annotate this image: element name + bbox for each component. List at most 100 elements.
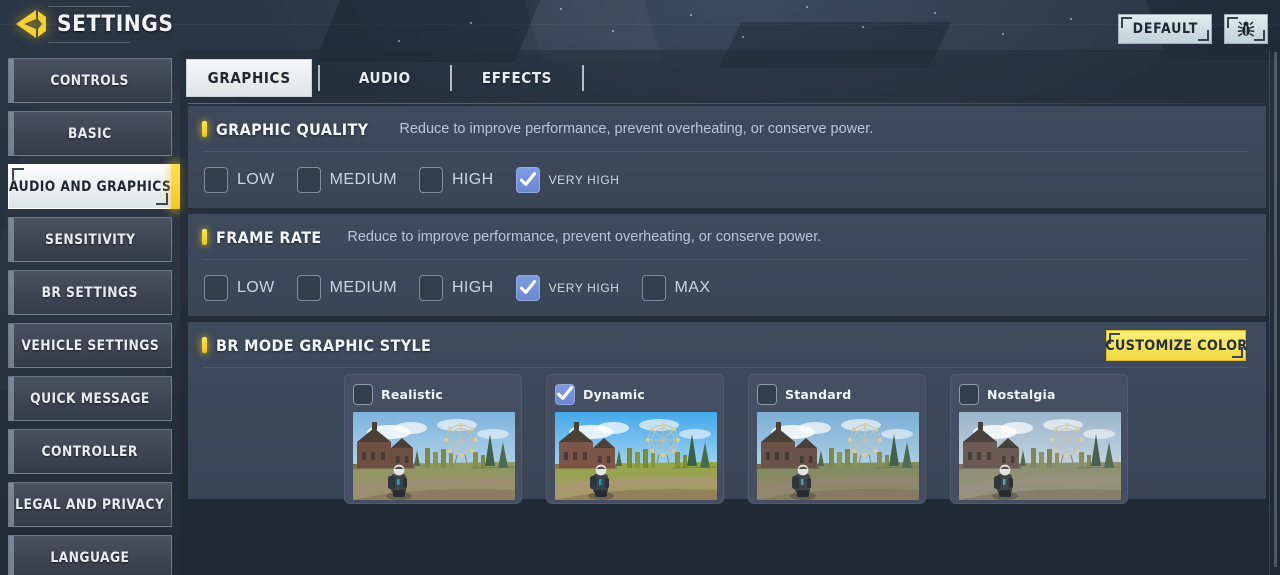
sidebar-item-accent [9, 112, 14, 155]
section-description: Reduce to improve performance, prevent o… [347, 229, 822, 245]
section-marker-icon [202, 229, 207, 245]
style-card-realistic[interactable]: Realistic [344, 374, 522, 504]
option-high[interactable]: HIGH [418, 275, 494, 301]
sidebar-item-controls[interactable]: CONTROLS [8, 58, 172, 103]
sidebar-item-accent [9, 430, 14, 473]
vertical-scrollbar[interactable] [1274, 52, 1277, 567]
check-icon [519, 172, 536, 186]
style-card-dynamic[interactable]: Dynamic [546, 374, 724, 504]
checkbox[interactable] [296, 167, 321, 193]
option-medium[interactable]: MEDIUM [296, 275, 397, 301]
tab-audio[interactable]: AUDIO [326, 59, 444, 97]
sidebar-item-label: VEHICLE SETTINGS [21, 337, 159, 354]
option-label: MEDIUM [329, 171, 397, 188]
sidebar-item-legal-and-privacy[interactable]: LEGAL AND PRIVACY [8, 482, 172, 527]
option-label: LOW [237, 279, 275, 296]
section-marker-icon [202, 121, 207, 137]
panel-br-mode-graphic-style: BR MODE GRAPHIC STYLE CUSTOMIZE COLOR Re… [188, 322, 1266, 504]
sidebar-item-audio-and-graphics[interactable]: AUDIO AND GRAPHICS [8, 164, 180, 209]
section-title: GRAPHIC QUALITY [216, 119, 369, 139]
style-card-thumbnail [757, 412, 919, 500]
sidebar-item-vehicle-settings[interactable]: VEHICLE SETTINGS [8, 323, 172, 368]
content-edge [1269, 50, 1270, 575]
tab-separator [450, 65, 453, 91]
checkbox[interactable] [641, 275, 666, 301]
checkbox[interactable] [555, 383, 575, 405]
default-button[interactable]: DEFAULT [1118, 14, 1212, 44]
checkbox[interactable] [959, 383, 979, 405]
option-label: MAX [674, 279, 711, 296]
option-max[interactable]: MAX [641, 275, 711, 301]
sidebar-item-accent [9, 324, 14, 367]
settings-logo[interactable]: SETTINGS [14, 8, 184, 40]
sidebar-item-basic[interactable]: BASIC [8, 111, 172, 156]
settings-content: GRAPHICS AUDIO EFFECTS GRAPHIC QUALITY Red… [180, 50, 1280, 575]
option-very-high[interactable]: VERY HIGH [515, 275, 620, 301]
section-title: BR MODE GRAPHIC STYLE [216, 335, 432, 355]
style-card-header: Dynamic [555, 383, 715, 405]
tab-effects[interactable]: EFFECTS [458, 59, 576, 97]
settings-screen: SETTINGS DEFAULT CONTROLS BASIC AUDIO AND … [0, 0, 1280, 575]
section-description: Reduce to improve performance, prevent o… [399, 121, 874, 137]
checkbox[interactable] [515, 275, 540, 301]
sidebar-item-accent [9, 536, 14, 575]
check-icon [556, 386, 574, 400]
section-title: FRAME RATE [216, 227, 322, 247]
option-label: VERY HIGH [548, 173, 620, 187]
sidebar-item-label: CONTROLLER [41, 443, 139, 460]
option-low[interactable]: LOW [204, 167, 275, 193]
sidebar-item-controller[interactable]: CONTROLLER [8, 429, 172, 474]
checkbox[interactable] [296, 275, 321, 301]
bug-report-button[interactable] [1224, 14, 1268, 44]
checkbox[interactable] [204, 167, 228, 193]
sidebar-item-label: BASIC [68, 125, 112, 142]
style-preview-image [555, 412, 717, 500]
style-card-header: Realistic [353, 383, 513, 405]
settings-sidebar: CONTROLS BASIC AUDIO AND GRAPHICS SENSITIVI… [0, 50, 180, 575]
tab-label: EFFECTS [482, 69, 553, 87]
sidebar-item-br-settings[interactable]: BR SETTINGS [8, 270, 172, 315]
tab-separator [582, 65, 585, 91]
top-header: SETTINGS DEFAULT [0, 0, 1280, 50]
option-label: VERY HIGH [548, 281, 620, 295]
tab-bar-rule [188, 103, 1266, 104]
panel-graphic-quality: GRAPHIC QUALITY Reduce to improve perfor… [188, 106, 1266, 208]
option-label: HIGH [451, 279, 494, 296]
panel-header: FRAME RATE Reduce to improve performance… [188, 214, 1266, 260]
customize-color-button[interactable]: CUSTOMIZE COLOR [1104, 330, 1248, 361]
page-title: SETTINGS [57, 11, 174, 37]
sidebar-item-label: CONTROLS [50, 72, 130, 89]
style-card-standard[interactable]: Standard [748, 374, 926, 504]
style-card-header: Standard [757, 383, 917, 405]
graphic-quality-options: LOW MEDIUM HIGH VERY HIGH [188, 152, 1266, 208]
tab-label: AUDIO [359, 69, 412, 87]
section-rule [202, 367, 1248, 368]
option-very-high[interactable]: VERY HIGH [515, 167, 620, 193]
sidebar-item-label: QUICK MESSAGE [30, 390, 150, 407]
checkbox[interactable] [515, 167, 540, 193]
panel-header: BR MODE GRAPHIC STYLE CUSTOMIZE COLOR [188, 322, 1266, 368]
checkbox[interactable] [418, 275, 443, 301]
sidebar-active-tab-marker [171, 164, 180, 209]
sidebar-item-quick-message[interactable]: QUICK MESSAGE [8, 376, 172, 421]
option-medium[interactable]: MEDIUM [296, 167, 397, 193]
option-label: HIGH [451, 171, 494, 188]
checkbox[interactable] [353, 383, 373, 405]
checkbox[interactable] [204, 275, 228, 301]
option-label: MEDIUM [329, 279, 397, 296]
sidebar-item-label: BR SETTINGS [41, 284, 139, 301]
customize-color-label: CUSTOMIZE COLOR [1104, 337, 1248, 354]
style-card-nostalgia[interactable]: Nostalgia [950, 374, 1128, 504]
tab-separator [318, 65, 321, 91]
section-rule [202, 259, 1248, 260]
checkbox[interactable] [757, 383, 777, 405]
checkbox[interactable] [418, 167, 443, 193]
back-arrow-icon[interactable] [14, 8, 48, 40]
tab-graphics[interactable]: GRAPHICS [186, 59, 313, 97]
option-low[interactable]: LOW [204, 275, 275, 301]
style-preview-image [757, 412, 919, 500]
sidebar-item-language[interactable]: LANGUAGE [8, 535, 172, 575]
option-high[interactable]: HIGH [418, 167, 494, 193]
style-preview-image [959, 412, 1121, 500]
sidebar-item-sensitivity[interactable]: SENSITIVITY [8, 217, 172, 262]
